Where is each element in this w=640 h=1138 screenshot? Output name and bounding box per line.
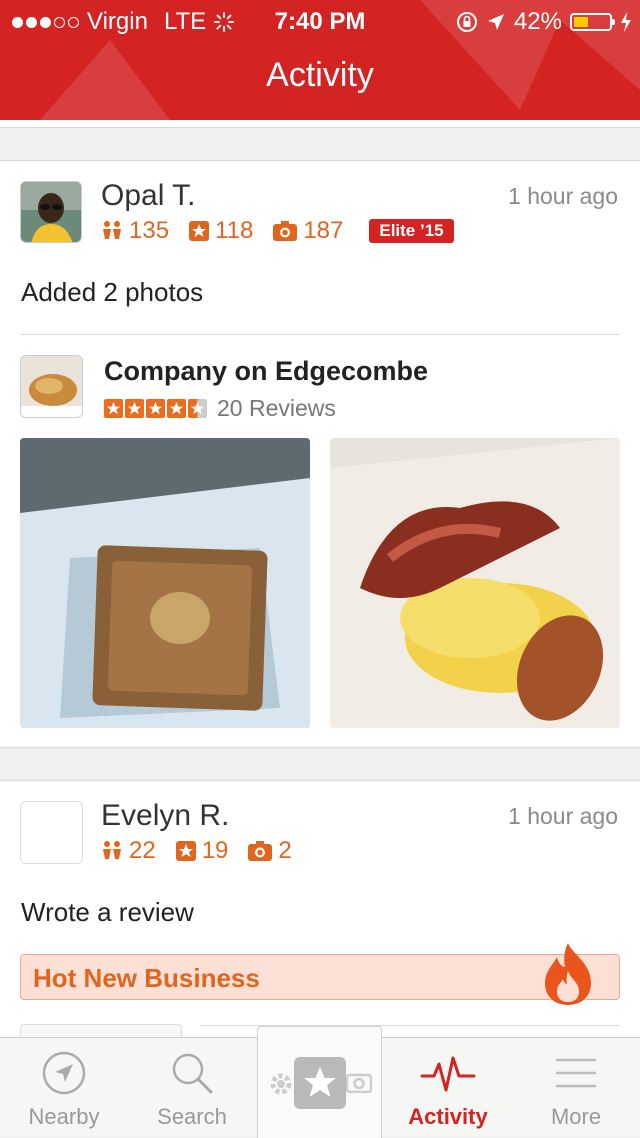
photos-count: 187 <box>273 217 343 245</box>
battery-icon <box>570 13 615 31</box>
reviews-count: 19 <box>175 837 228 865</box>
review-star-icon <box>175 841 196 861</box>
hot-new-business-label: Hot New Business <box>33 963 260 993</box>
tab-nearby[interactable]: Nearby <box>0 1038 128 1137</box>
page-title: Activity <box>266 56 374 94</box>
battery-level <box>574 17 588 27</box>
menu-icon <box>556 1058 596 1088</box>
review-star-icon <box>189 221 210 241</box>
friends-icon <box>103 841 121 859</box>
elite-badge: Elite ’15 <box>369 219 454 243</box>
business-photo[interactable] <box>20 438 310 728</box>
business-rating: 20 Reviews <box>104 395 336 422</box>
time-ago: 1 hour ago <box>508 183 618 209</box>
tab-more[interactable]: More <box>512 1038 640 1137</box>
rating-star-icon <box>125 399 144 418</box>
rotation-lock-icon <box>456 12 477 32</box>
top-bar: Virgin LTE 7:40 PM 42% Activity <box>0 0 640 120</box>
rating-half-star-icon <box>188 399 207 418</box>
compass-icon <box>42 1051 86 1095</box>
flame-icon <box>545 943 591 1005</box>
feed-top-spacer <box>0 120 640 128</box>
rating-star-icon <box>104 399 123 418</box>
activity-description: Added 2 photos <box>21 277 204 307</box>
photos-count: 2 <box>248 837 292 865</box>
search-icon <box>172 1053 213 1094</box>
user-name[interactable]: Evelyn R. <box>101 799 229 833</box>
business-name[interactable]: Company on Edgecombe <box>104 356 428 387</box>
check-in-star-icon <box>294 1057 346 1109</box>
check-in-button[interactable] <box>257 1026 382 1138</box>
tab-activity[interactable]: Activity <box>384 1038 512 1137</box>
location-arrow-icon <box>487 14 504 30</box>
avatar[interactable] <box>20 181 82 243</box>
status-bar: Virgin LTE 7:40 PM 42% <box>0 0 640 42</box>
business-thumbnail[interactable] <box>20 355 83 418</box>
user-stats: 22 19 2 <box>101 837 302 865</box>
review-count: 20 Reviews <box>217 395 336 421</box>
avatar[interactable] <box>20 801 83 864</box>
tab-search[interactable]: Search <box>128 1038 256 1137</box>
camera-icon <box>346 1073 372 1093</box>
tab-bar: Nearby Search Activity More <box>0 1026 640 1138</box>
battery-percent: 42% <box>513 8 562 35</box>
pulse-icon <box>420 1056 476 1092</box>
user-stats: 135 118 187 Elite ’15 <box>101 217 454 245</box>
activity-description: Wrote a review <box>21 897 194 927</box>
rating-star-icon <box>146 399 165 418</box>
gear-icon <box>270 1073 292 1095</box>
feed-item[interactable]: Opal T. 1 hour ago 135 118 187 Elite ’15… <box>0 160 640 748</box>
friends-count: 22 <box>101 837 156 865</box>
business-photo[interactable] <box>330 438 620 728</box>
reviews-count: 118 <box>189 217 253 245</box>
rating-star-icon <box>167 399 186 418</box>
friends-count: 135 <box>101 217 169 245</box>
camera-icon <box>273 221 298 241</box>
time-ago: 1 hour ago <box>508 803 618 829</box>
hot-new-business-badge[interactable]: Hot New Business <box>20 943 620 1005</box>
divider <box>20 334 620 335</box>
camera-icon <box>248 841 273 861</box>
user-name[interactable]: Opal T. <box>101 179 196 213</box>
charging-bolt-icon <box>621 12 631 32</box>
friends-icon <box>103 221 121 239</box>
